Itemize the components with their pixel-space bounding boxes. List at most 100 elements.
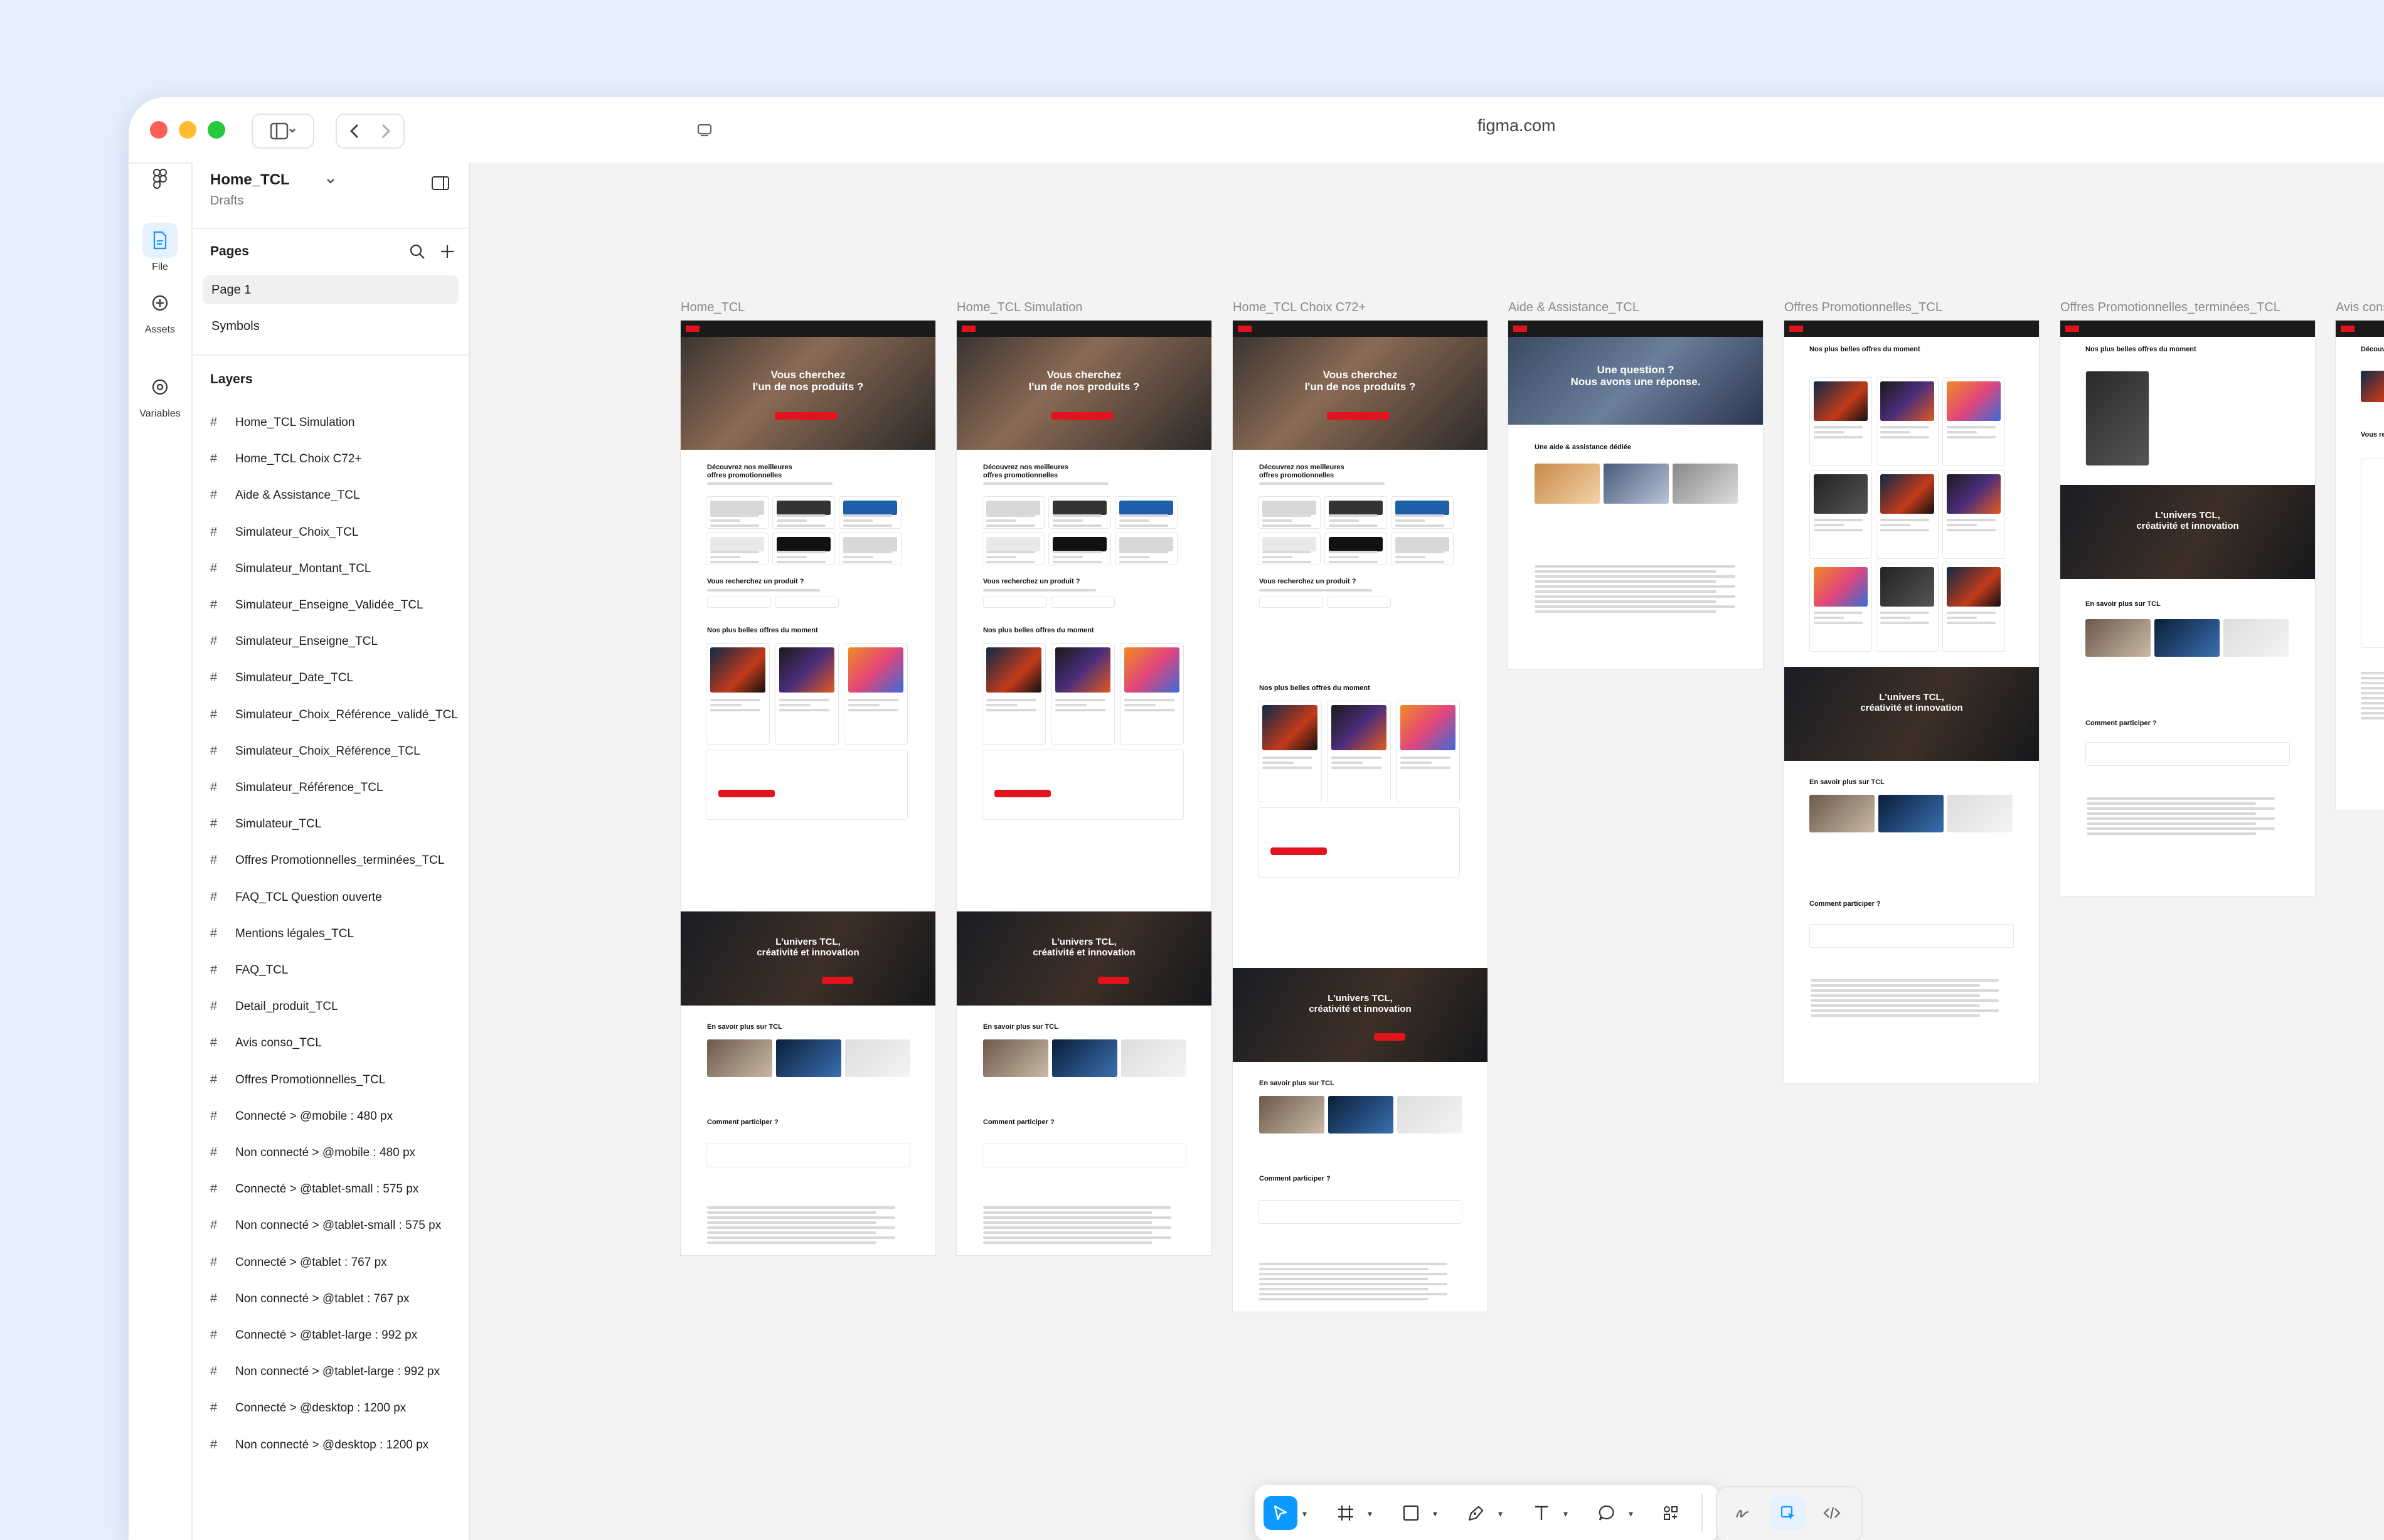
product-card[interactable] [1258, 496, 1321, 529]
product-card[interactable] [1115, 533, 1178, 565]
product-card[interactable] [1258, 701, 1322, 802]
minimize-window-button[interactable] [179, 121, 196, 139]
chevron-down-icon[interactable] [326, 178, 335, 184]
product-card[interactable] [1115, 496, 1178, 529]
chevron-down-icon[interactable]: ▾ [1629, 1509, 1633, 1519]
hero-cta-button[interactable] [1327, 412, 1390, 420]
product-card[interactable] [1048, 496, 1111, 529]
frame-reviews[interactable]: Découvrez les produits TCL les mieux not… [2336, 321, 2384, 810]
search-icon[interactable] [408, 243, 426, 260]
search-field[interactable] [1051, 597, 1115, 608]
frame-promoEnd[interactable]: Nos plus belles offres du moment L'univer… [2060, 321, 2315, 896]
layer-item[interactable]: # FAQ_TCL Question ouverte [210, 884, 469, 910]
product-card[interactable] [706, 643, 770, 745]
product-card[interactable] [1258, 533, 1321, 565]
layer-item[interactable]: # Simulateur_Choix_Référence_validé_TCL [210, 702, 469, 727]
product-card[interactable] [706, 496, 769, 529]
layer-item[interactable]: # Non connecté > @tablet-large : 992 px [210, 1359, 469, 1384]
frame-home[interactable]: Vous cherchez l'un de nos produits ? Déco… [681, 321, 935, 1255]
layer-item[interactable]: # Simulateur_Choix_Référence_TCL [210, 738, 469, 763]
search-field[interactable] [1259, 597, 1323, 608]
product-card[interactable] [1876, 377, 1939, 466]
address-bar[interactable]: figma.com [1477, 116, 1556, 135]
layer-item[interactable]: # Simulateur_TCL [210, 811, 469, 836]
product-card[interactable] [982, 643, 1046, 745]
file-name[interactable]: Home_TCL [210, 171, 335, 189]
hero-cta-button[interactable] [775, 412, 838, 420]
frame-label[interactable]: Aide & Assistance_TCL [1508, 300, 1639, 315]
search-field[interactable] [707, 597, 771, 608]
text-tool-button[interactable] [1525, 1496, 1558, 1530]
product-card[interactable] [1809, 377, 1872, 466]
layer-item[interactable]: # Connecté > @tablet-large : 992 px [210, 1322, 469, 1347]
rail-variables[interactable]: Variables [129, 369, 191, 420]
product-card[interactable] [982, 533, 1045, 565]
product-card[interactable] [772, 533, 835, 565]
figma-menu[interactable] [129, 169, 191, 192]
sidebar-toggle-button[interactable] [252, 114, 314, 149]
shape-tool-button[interactable] [1394, 1496, 1428, 1530]
product-card[interactable] [1327, 701, 1391, 802]
univers-cta-button[interactable] [1374, 1033, 1405, 1041]
design-canvas[interactable]: Home_TCL Vous cherchez l'un de nos produi… [470, 162, 2384, 1540]
layer-item[interactable]: # Connecté > @tablet-small : 575 px [210, 1176, 469, 1201]
chevron-down-icon[interactable]: ▾ [1498, 1509, 1503, 1519]
comment-tool-button[interactable] [1590, 1496, 1624, 1530]
layer-item[interactable]: # Offres Promotionnelles_terminées_TCL [210, 847, 469, 873]
layer-item[interactable]: # Simulateur_Enseigne_Validée_TCL [210, 592, 469, 617]
search-field[interactable] [1327, 597, 1391, 608]
layer-item[interactable]: # Non connecté > @tablet-small : 575 px [210, 1213, 469, 1238]
univers-cta-button[interactable] [822, 977, 853, 984]
product-card[interactable] [844, 643, 908, 745]
layer-item[interactable]: # Simulateur_Enseigne_TCL [210, 629, 469, 654]
layer-item[interactable]: # FAQ_TCL [210, 957, 469, 982]
promo-cta-button[interactable] [994, 790, 1051, 797]
rail-assets[interactable]: Assets [129, 285, 191, 336]
frame-home[interactable]: Vous cherchez l'un de nos produits ? Déco… [957, 321, 1211, 1255]
promo-cta-button[interactable] [1270, 847, 1327, 855]
product-card[interactable] [1396, 701, 1460, 802]
promo-card[interactable] [1258, 807, 1460, 878]
frame-label[interactable]: Home_TCL [681, 300, 745, 315]
product-card[interactable] [1048, 533, 1111, 565]
hero-cta-button[interactable] [1051, 412, 1114, 420]
draw-mode-button[interactable] [1726, 1496, 1760, 1530]
search-field[interactable] [775, 597, 839, 608]
layer-item[interactable]: # Non connecté > @desktop : 1200 px [210, 1432, 469, 1457]
product-card[interactable] [1942, 470, 2005, 559]
product-card[interactable] [706, 533, 769, 565]
forward-icon[interactable] [376, 122, 395, 141]
search-field[interactable] [983, 597, 1047, 608]
product-card[interactable] [982, 496, 1045, 529]
chevron-down-icon[interactable]: ▾ [1563, 1509, 1568, 1519]
add-page-icon[interactable] [439, 243, 456, 260]
univers-cta-button[interactable] [1098, 977, 1129, 984]
page-menu-button[interactable] [690, 114, 719, 146]
actions-button[interactable] [1654, 1496, 1688, 1530]
chevron-down-icon[interactable]: ▾ [1302, 1509, 1307, 1519]
product-card[interactable] [1942, 563, 2005, 652]
frame-help[interactable]: Une question ? Nous avons une réponse. Un… [1508, 321, 1763, 669]
dev-mode-button[interactable] [1815, 1496, 1849, 1530]
product-card[interactable] [1942, 377, 2005, 466]
layer-item[interactable]: # Simulateur_Référence_TCL [210, 775, 469, 800]
pen-tool-button[interactable] [1459, 1496, 1493, 1530]
product-card[interactable] [1876, 470, 1939, 559]
layer-item[interactable]: # Home_TCL Simulation [210, 410, 469, 435]
promo-card[interactable] [706, 750, 908, 820]
product-card[interactable] [1324, 533, 1387, 565]
layer-item[interactable]: # Connecté > @desktop : 1200 px [210, 1395, 469, 1420]
product-card[interactable] [1876, 563, 1939, 652]
layer-item[interactable]: # Connecté > @mobile : 480 px [210, 1103, 469, 1128]
layer-item[interactable]: # Aide & Assistance_TCL [210, 482, 469, 507]
zoom-window-button[interactable] [208, 121, 225, 139]
product-card[interactable] [839, 496, 902, 529]
chevron-down-icon[interactable]: ▾ [1433, 1509, 1437, 1519]
frame-label[interactable]: Avis conso_TCL [2336, 300, 2384, 315]
product-card[interactable] [1809, 563, 1872, 652]
rail-file[interactable]: File [129, 223, 191, 273]
layer-item[interactable]: # Simulateur_Choix_TCL [210, 519, 469, 544]
frame-tool-button[interactable] [1329, 1496, 1363, 1530]
product-card[interactable] [839, 533, 902, 565]
back-icon[interactable] [346, 122, 365, 141]
